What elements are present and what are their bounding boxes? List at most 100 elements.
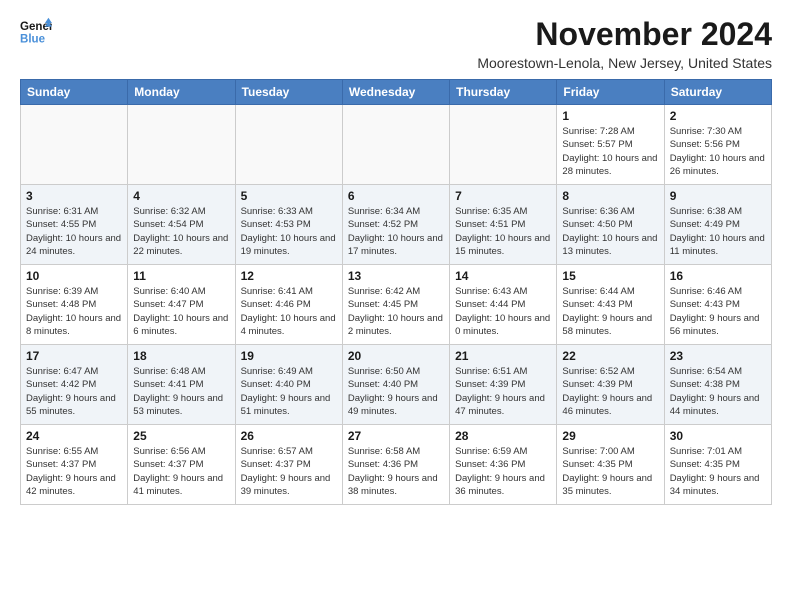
calendar-cell: 28 Sunrise: 6:59 AM Sunset: 4:36 PM Dayli…	[450, 425, 557, 505]
calendar-cell: 7 Sunrise: 6:35 AM Sunset: 4:51 PM Daylig…	[450, 185, 557, 265]
calendar-cell: 20 Sunrise: 6:50 AM Sunset: 4:40 PM Dayli…	[342, 345, 449, 425]
day-number: 16	[670, 269, 766, 283]
calendar-week-row: 17 Sunrise: 6:47 AM Sunset: 4:42 PM Dayli…	[21, 345, 772, 425]
day-info: Sunrise: 6:55 AM Sunset: 4:37 PM Dayligh…	[26, 445, 122, 498]
day-info: Sunrise: 6:46 AM Sunset: 4:43 PM Dayligh…	[670, 285, 766, 338]
calendar-cell: 13 Sunrise: 6:42 AM Sunset: 4:45 PM Dayli…	[342, 265, 449, 345]
day-number: 15	[562, 269, 658, 283]
day-info: Sunrise: 6:59 AM Sunset: 4:36 PM Dayligh…	[455, 445, 551, 498]
title-block: November 2024 Moorestown-Lenola, New Jer…	[477, 16, 772, 71]
day-info: Sunrise: 6:36 AM Sunset: 4:50 PM Dayligh…	[562, 205, 658, 258]
weekday-header-saturday: Saturday	[664, 80, 771, 105]
weekday-header-thursday: Thursday	[450, 80, 557, 105]
day-number: 8	[562, 189, 658, 203]
calendar-cell: 27 Sunrise: 6:58 AM Sunset: 4:36 PM Dayli…	[342, 425, 449, 505]
calendar-cell: 29 Sunrise: 7:00 AM Sunset: 4:35 PM Dayli…	[557, 425, 664, 505]
day-info: Sunrise: 6:41 AM Sunset: 4:46 PM Dayligh…	[241, 285, 337, 338]
day-number: 22	[562, 349, 658, 363]
day-number: 25	[133, 429, 229, 443]
day-info: Sunrise: 6:31 AM Sunset: 4:55 PM Dayligh…	[26, 205, 122, 258]
weekday-header-tuesday: Tuesday	[235, 80, 342, 105]
day-info: Sunrise: 6:48 AM Sunset: 4:41 PM Dayligh…	[133, 365, 229, 418]
day-info: Sunrise: 6:56 AM Sunset: 4:37 PM Dayligh…	[133, 445, 229, 498]
calendar-cell: 10 Sunrise: 6:39 AM Sunset: 4:48 PM Dayli…	[21, 265, 128, 345]
calendar-cell	[342, 105, 449, 185]
day-info: Sunrise: 6:50 AM Sunset: 4:40 PM Dayligh…	[348, 365, 444, 418]
day-number: 9	[670, 189, 766, 203]
weekday-header-friday: Friday	[557, 80, 664, 105]
day-info: Sunrise: 6:43 AM Sunset: 4:44 PM Dayligh…	[455, 285, 551, 338]
day-number: 2	[670, 109, 766, 123]
calendar-cell: 15 Sunrise: 6:44 AM Sunset: 4:43 PM Dayli…	[557, 265, 664, 345]
day-info: Sunrise: 6:44 AM Sunset: 4:43 PM Dayligh…	[562, 285, 658, 338]
location: Moorestown-Lenola, New Jersey, United St…	[477, 55, 772, 71]
calendar-cell: 23Sunrise: 6:54 AM Sunset: 4:38 PM Dayli…	[664, 345, 771, 425]
day-number: 19	[241, 349, 337, 363]
calendar-cell: 12Sunrise: 6:41 AM Sunset: 4:46 PM Dayli…	[235, 265, 342, 345]
day-number: 17	[26, 349, 122, 363]
day-number: 18	[133, 349, 229, 363]
day-info: Sunrise: 7:28 AM Sunset: 5:57 PM Dayligh…	[562, 125, 658, 178]
calendar-cell: 18 Sunrise: 6:48 AM Sunset: 4:41 PM Dayli…	[128, 345, 235, 425]
day-number: 30	[670, 429, 766, 443]
calendar-cell: 5 Sunrise: 6:33 AM Sunset: 4:53 PM Daylig…	[235, 185, 342, 265]
day-number: 13	[348, 269, 444, 283]
calendar-week-row: 10 Sunrise: 6:39 AM Sunset: 4:48 PM Dayli…	[21, 265, 772, 345]
day-info: Sunrise: 6:39 AM Sunset: 4:48 PM Dayligh…	[26, 285, 122, 338]
day-number: 5	[241, 189, 337, 203]
weekday-header-sunday: Sunday	[21, 80, 128, 105]
calendar-cell: 6Sunrise: 6:34 AM Sunset: 4:52 PM Daylig…	[342, 185, 449, 265]
day-number: 21	[455, 349, 551, 363]
day-number: 24	[26, 429, 122, 443]
day-number: 4	[133, 189, 229, 203]
calendar-cell: 11 Sunrise: 6:40 AM Sunset: 4:47 PM Dayli…	[128, 265, 235, 345]
calendar-cell	[235, 105, 342, 185]
calendar-cell: 26Sunrise: 6:57 AM Sunset: 4:37 PM Dayli…	[235, 425, 342, 505]
day-info: Sunrise: 6:58 AM Sunset: 4:36 PM Dayligh…	[348, 445, 444, 498]
day-number: 11	[133, 269, 229, 283]
day-info: Sunrise: 6:40 AM Sunset: 4:47 PM Dayligh…	[133, 285, 229, 338]
day-number: 10	[26, 269, 122, 283]
day-info: Sunrise: 6:35 AM Sunset: 4:51 PM Dayligh…	[455, 205, 551, 258]
day-info: Sunrise: 6:32 AM Sunset: 4:54 PM Dayligh…	[133, 205, 229, 258]
calendar-cell: 24 Sunrise: 6:55 AM Sunset: 4:37 PM Dayli…	[21, 425, 128, 505]
logo: General Blue	[20, 16, 52, 48]
logo-icon: General Blue	[20, 16, 52, 48]
calendar-cell: 25 Sunrise: 6:56 AM Sunset: 4:37 PM Dayli…	[128, 425, 235, 505]
weekday-header-row: SundayMondayTuesdayWednesdayThursdayFrid…	[21, 80, 772, 105]
day-number: 1	[562, 109, 658, 123]
day-info: Sunrise: 6:54 AM Sunset: 4:38 PM Dayligh…	[670, 365, 766, 418]
calendar-cell: 21 Sunrise: 6:51 AM Sunset: 4:39 PM Dayli…	[450, 345, 557, 425]
calendar-table: SundayMondayTuesdayWednesdayThursdayFrid…	[20, 79, 772, 505]
calendar-cell: 2Sunrise: 7:30 AM Sunset: 5:56 PM Daylig…	[664, 105, 771, 185]
calendar-week-row: 3Sunrise: 6:31 AM Sunset: 4:55 PM Daylig…	[21, 185, 772, 265]
day-info: Sunrise: 6:42 AM Sunset: 4:45 PM Dayligh…	[348, 285, 444, 338]
page-header: General Blue November 2024 Moorestown-Le…	[20, 16, 772, 71]
day-number: 28	[455, 429, 551, 443]
day-number: 7	[455, 189, 551, 203]
calendar-cell: 8 Sunrise: 6:36 AM Sunset: 4:50 PM Daylig…	[557, 185, 664, 265]
day-info: Sunrise: 6:34 AM Sunset: 4:52 PM Dayligh…	[348, 205, 444, 258]
calendar-cell: 3Sunrise: 6:31 AM Sunset: 4:55 PM Daylig…	[21, 185, 128, 265]
day-number: 29	[562, 429, 658, 443]
calendar-week-row: 24 Sunrise: 6:55 AM Sunset: 4:37 PM Dayli…	[21, 425, 772, 505]
day-info: Sunrise: 6:33 AM Sunset: 4:53 PM Dayligh…	[241, 205, 337, 258]
day-info: Sunrise: 6:52 AM Sunset: 4:39 PM Dayligh…	[562, 365, 658, 418]
day-info: Sunrise: 6:47 AM Sunset: 4:42 PM Dayligh…	[26, 365, 122, 418]
day-number: 26	[241, 429, 337, 443]
day-number: 20	[348, 349, 444, 363]
calendar-cell: 16 Sunrise: 6:46 AM Sunset: 4:43 PM Dayli…	[664, 265, 771, 345]
calendar-cell	[128, 105, 235, 185]
calendar-cell: 17 Sunrise: 6:47 AM Sunset: 4:42 PM Dayli…	[21, 345, 128, 425]
calendar-cell	[450, 105, 557, 185]
day-number: 27	[348, 429, 444, 443]
day-info: Sunrise: 7:00 AM Sunset: 4:35 PM Dayligh…	[562, 445, 658, 498]
month-title: November 2024	[477, 16, 772, 53]
day-info: Sunrise: 6:51 AM Sunset: 4:39 PM Dayligh…	[455, 365, 551, 418]
calendar-cell: 1 Sunrise: 7:28 AM Sunset: 5:57 PM Daylig…	[557, 105, 664, 185]
calendar-week-row: 1 Sunrise: 7:28 AM Sunset: 5:57 PM Daylig…	[21, 105, 772, 185]
calendar-cell	[21, 105, 128, 185]
weekday-header-wednesday: Wednesday	[342, 80, 449, 105]
calendar-cell: 9Sunrise: 6:38 AM Sunset: 4:49 PM Daylig…	[664, 185, 771, 265]
day-number: 14	[455, 269, 551, 283]
